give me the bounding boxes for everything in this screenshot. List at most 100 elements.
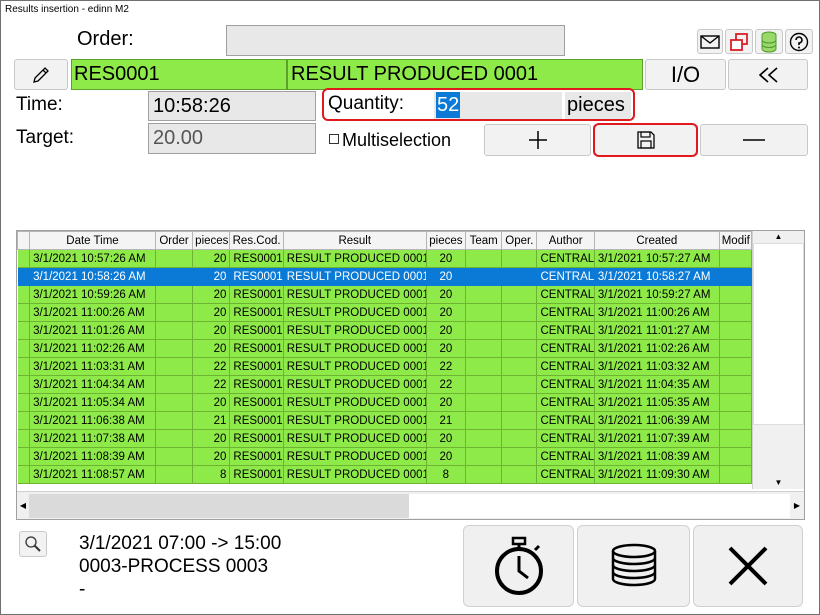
windows-button[interactable] [725, 29, 753, 54]
column-header[interactable]: Res.Cod. [229, 231, 284, 250]
table-cell [719, 303, 753, 322]
table-cell [501, 303, 538, 322]
table-row[interactable]: 3/1/2021 11:02:26 AM 20 RES0001 RESULT PROD… [17, 339, 753, 358]
scroll-thumb[interactable] [753, 243, 804, 425]
column-header[interactable]: Modif [718, 231, 753, 250]
mail-button[interactable] [697, 29, 723, 54]
table-row[interactable]: 3/1/2021 10:59:26 AM 20 RES0001 RESULT PROD… [17, 285, 753, 304]
scroll-down-icon[interactable]: ▼ [753, 477, 804, 489]
row-marker[interactable] [17, 375, 31, 394]
table-cell: 3/1/2021 11:00:26 AM [29, 303, 156, 322]
result-name-field[interactable]: RESULT PRODUCED 0001 [287, 59, 643, 90]
table-cell: 21 [192, 411, 231, 430]
results-grid[interactable]: Date Time Order pieces Res.Cod. Result p… [16, 230, 805, 520]
row-marker[interactable] [17, 267, 31, 286]
table-cell [719, 285, 753, 304]
horizontal-scrollbar[interactable]: ◀ ▶ [17, 491, 804, 519]
column-header[interactable]: Author [536, 231, 595, 250]
process-info: 0003-PROCESS 0003 [79, 556, 269, 577]
time-field[interactable]: 10:58:26 [148, 91, 316, 121]
row-marker[interactable] [17, 429, 31, 448]
table-row[interactable]: 3/1/2021 11:08:39 AM 20 RES0001 RESULT PROD… [17, 447, 753, 466]
close-button[interactable] [693, 525, 803, 607]
table-row[interactable]: 3/1/2021 11:08:57 AM 8 RES0001 RESULT PRODU… [17, 465, 753, 484]
row-marker[interactable] [17, 249, 31, 268]
table-row[interactable]: 3/1/2021 11:05:34 AM 20 RES0001 RESULT PROD… [17, 393, 753, 412]
table-cell: CENTRAL [536, 303, 595, 322]
table-cell: 20 [426, 429, 467, 448]
column-header[interactable]: Order [154, 231, 194, 250]
column-header[interactable]: Result [282, 231, 427, 250]
row-marker[interactable] [17, 357, 31, 376]
back-button[interactable] [728, 59, 808, 90]
table-row[interactable]: 3/1/2021 10:58:26 AM 20 RES0001 RESULT PROD… [17, 267, 753, 286]
table-row[interactable]: 3/1/2021 11:01:26 AM 20 RES0001 RESULT PROD… [17, 321, 753, 340]
table-cell: RESULT PRODUCED 0001 [283, 249, 427, 268]
horizontal-scroll-track [409, 494, 790, 518]
table-cell: RESULT PRODUCED 0001 [283, 303, 427, 322]
table-row[interactable]: 3/1/2021 11:07:38 AM 20 RES0001 RESULT PROD… [17, 429, 753, 448]
vertical-scrollbar[interactable]: ▲ ▼ [752, 231, 804, 489]
table-row[interactable]: 3/1/2021 11:06:38 AM 21 RES0001 RESULT PROD… [17, 411, 753, 430]
help-button[interactable] [785, 29, 813, 54]
windows-icon [730, 32, 748, 51]
coins-button[interactable] [577, 525, 690, 607]
column-header[interactable]: Team [465, 231, 503, 250]
time-label: Time: [16, 94, 63, 115]
column-header[interactable]: Created [593, 231, 720, 250]
column-header[interactable]: pieces [192, 231, 231, 250]
column-header[interactable]: pieces [425, 231, 467, 250]
table-cell: 20 [426, 285, 467, 304]
table-cell [465, 447, 503, 466]
remove-button[interactable] [700, 124, 808, 156]
result-code-field[interactable]: RES0001 [71, 59, 287, 90]
database-button[interactable] [755, 29, 783, 54]
table-cell: RES0001 [229, 465, 284, 484]
plus-icon [528, 131, 547, 149]
io-button[interactable]: I/O [645, 59, 726, 90]
search-button[interactable] [19, 531, 47, 557]
edit-button[interactable] [14, 59, 68, 90]
help-icon [789, 32, 809, 51]
table-cell [155, 249, 194, 268]
table-cell: RES0001 [229, 339, 284, 358]
table-cell: RESULT PRODUCED 0001 [283, 393, 427, 412]
table-cell: 22 [192, 357, 231, 376]
column-header[interactable]: Date Time [29, 231, 156, 250]
table-row[interactable]: 3/1/2021 11:03:31 AM 22 RES0001 RESULT PROD… [17, 357, 753, 376]
table-cell: RESULT PRODUCED 0001 [283, 411, 427, 430]
table-cell: 3/1/2021 10:57:27 AM [594, 249, 720, 268]
row-marker[interactable] [17, 285, 31, 304]
row-marker[interactable] [17, 339, 31, 358]
table-cell: 22 [426, 357, 467, 376]
table-cell: 3/1/2021 11:06:39 AM [594, 411, 720, 430]
row-marker[interactable] [17, 393, 31, 412]
multiselection-checkbox[interactable] [329, 134, 339, 144]
window-title: Results insertion - edinn M2 [5, 4, 129, 15]
scroll-right-icon[interactable]: ▶ [791, 496, 803, 516]
order-field[interactable] [226, 25, 565, 56]
quantity-value: 52 [436, 92, 461, 118]
horizontal-scroll-thumb[interactable] [29, 494, 409, 518]
row-marker[interactable] [17, 465, 31, 484]
row-marker[interactable] [17, 411, 31, 430]
stopwatch-button[interactable] [463, 525, 574, 607]
table-cell: 3/1/2021 11:05:34 AM [29, 393, 156, 412]
table-cell [465, 357, 503, 376]
table-row[interactable]: 3/1/2021 11:00:26 AM 20 RES0001 RESULT PROD… [17, 303, 753, 322]
table-header: Date Time Order pieces Res.Cod. Result p… [16, 231, 753, 250]
table-row[interactable]: 3/1/2021 10:57:26 AM 20 RES0001 RESULT PROD… [17, 249, 753, 268]
table-cell: CENTRAL [536, 465, 595, 484]
table-cell: CENTRAL [536, 447, 595, 466]
quantity-field[interactable]: 52 [434, 92, 562, 119]
row-marker[interactable] [17, 303, 31, 322]
table-row[interactable]: 3/1/2021 11:04:34 AM 22 RES0001 RESULT PROD… [17, 375, 753, 394]
table-cell: RESULT PRODUCED 0001 [283, 285, 427, 304]
scroll-left-icon[interactable]: ◀ [17, 496, 29, 516]
scroll-up-icon[interactable]: ▲ [753, 231, 804, 243]
table-cell [719, 375, 753, 394]
row-marker[interactable] [17, 447, 31, 466]
add-button[interactable] [484, 124, 591, 156]
column-header[interactable]: Oper. [501, 231, 538, 250]
row-marker[interactable] [17, 321, 31, 340]
